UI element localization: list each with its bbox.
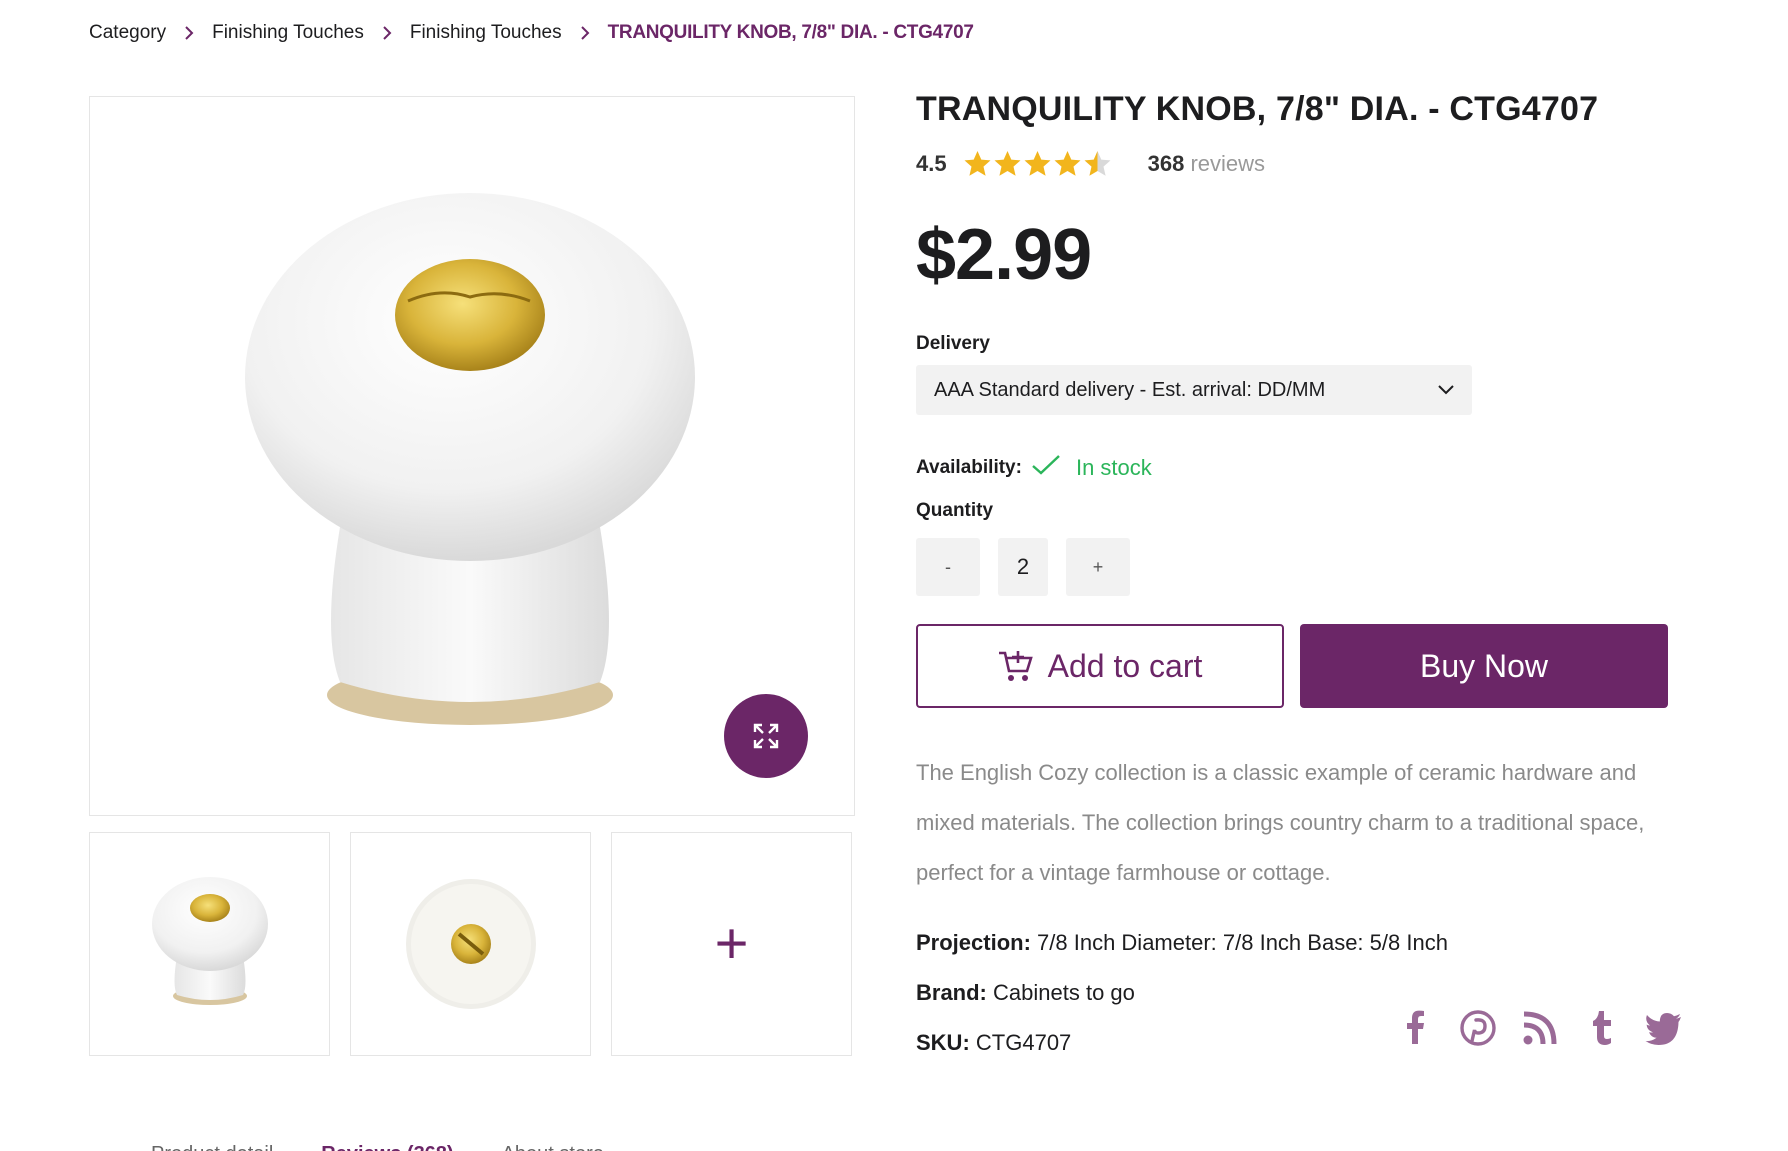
plus-icon: +: [714, 911, 749, 976]
product-page: Category Finishing Touches Finishing Tou…: [0, 0, 1788, 1151]
expand-image-button[interactable]: [724, 694, 808, 778]
review-word: reviews: [1190, 151, 1266, 176]
star-icon: [994, 151, 1021, 176]
spec-projection-value: 7/8 Inch Diameter: 7/8 Inch Base: 5/8 In…: [1037, 930, 1448, 955]
delivery-selected-value: AAA Standard delivery - Est. arrival: DD…: [934, 378, 1326, 401]
review-count: 368: [1147, 151, 1185, 176]
thumbnail-side-view[interactable]: [89, 832, 330, 1056]
cart-add-icon: [998, 651, 1033, 681]
rss-icon[interactable]: [1520, 1008, 1560, 1048]
product-tabs: Product detail Reviews (368) About store: [151, 1143, 604, 1151]
knob-top-thumbnail-image: [405, 879, 536, 1009]
tab-reviews[interactable]: Reviews (368): [321, 1143, 453, 1151]
chevron-down-icon: [1438, 385, 1454, 395]
star-icon: [1084, 151, 1111, 176]
spec-projection-label: Projection:: [916, 930, 1031, 955]
thumbnail-strip: +: [89, 832, 852, 1056]
delivery-label: Delivery: [916, 333, 990, 354]
tab-product-detail[interactable]: Product detail: [151, 1143, 273, 1151]
breadcrumb-item-finishing-touches[interactable]: Finishing Touches: [212, 22, 364, 44]
social-share: [1396, 1008, 1684, 1048]
pinterest-icon[interactable]: [1458, 1008, 1498, 1048]
quantity-input[interactable]: [998, 538, 1048, 596]
quantity-label: Quantity: [916, 500, 994, 521]
more-images-button[interactable]: +: [611, 832, 852, 1056]
spec-projection: Projection: 7/8 Inch Diameter: 7/8 Inch …: [916, 918, 1676, 968]
expand-icon: [753, 723, 779, 749]
availability-label: Availability:: [916, 456, 1022, 478]
star-icon: [1054, 151, 1081, 176]
facebook-icon[interactable]: [1396, 1008, 1436, 1048]
star-rating[interactable]: [963, 150, 1112, 178]
chevron-right-icon: [166, 22, 212, 44]
chevron-right-icon: [562, 22, 608, 44]
tab-about-store[interactable]: About store: [502, 1143, 604, 1151]
availability-status: In stock: [1075, 454, 1152, 480]
quantity-decrement-button[interactable]: -: [916, 538, 980, 596]
delivery-select[interactable]: AAA Standard delivery - Est. arrival: DD…: [916, 365, 1472, 415]
rating-value: 4.5: [916, 151, 947, 176]
product-price: $2.99: [916, 215, 1092, 295]
review-count-link[interactable]: 368 reviews: [1148, 151, 1265, 177]
twitter-icon[interactable]: [1644, 1008, 1684, 1048]
spec-sku-label: SKU:: [916, 1030, 970, 1055]
add-to-cart-label: Add to cart: [1047, 647, 1203, 684]
star-icon: [964, 151, 991, 176]
availability-row: Availability: In stock: [916, 453, 1676, 482]
product-description: The English Cozy collection is a classic…: [916, 760, 1645, 885]
check-icon: [1030, 453, 1062, 482]
quantity-stepper: - +: [916, 538, 1676, 596]
spec-brand-label: Brand:: [916, 980, 987, 1005]
breadcrumb-item-finishing-touches-sub[interactable]: Finishing Touches: [410, 22, 562, 44]
chevron-right-icon: [364, 22, 410, 44]
product-info: TRANQUILITY KNOB, 7/8" DIA. - CTG4707 4.…: [916, 90, 1676, 1068]
buy-now-button[interactable]: Buy Now: [1300, 624, 1668, 708]
product-title: TRANQUILITY KNOB, 7/8" DIA. - CTG4707: [916, 90, 1599, 128]
spec-sku-value: CTG4707: [975, 1030, 1072, 1055]
breadcrumb-current: TRANQUILITY KNOB, 7/8" DIA. - CTG4707: [607, 22, 974, 43]
tumblr-icon[interactable]: [1582, 1008, 1622, 1048]
knob-thumbnail-image: [151, 877, 268, 1005]
purchase-actions: Add to cart Buy Now: [916, 624, 1676, 708]
quantity-increment-button[interactable]: +: [1066, 538, 1130, 596]
star-icon: [1024, 151, 1051, 176]
breadcrumb-item-category[interactable]: Category: [89, 22, 166, 44]
thumbnail-top-view[interactable]: [350, 832, 591, 1056]
main-product-image[interactable]: [89, 96, 855, 816]
spec-brand-value: Cabinets to go: [993, 980, 1135, 1005]
breadcrumb: Category Finishing Touches Finishing Tou…: [89, 22, 974, 44]
rating-row: 4.5 368 reviews: [916, 149, 1676, 179]
add-to-cart-button[interactable]: Add to cart: [916, 624, 1284, 708]
